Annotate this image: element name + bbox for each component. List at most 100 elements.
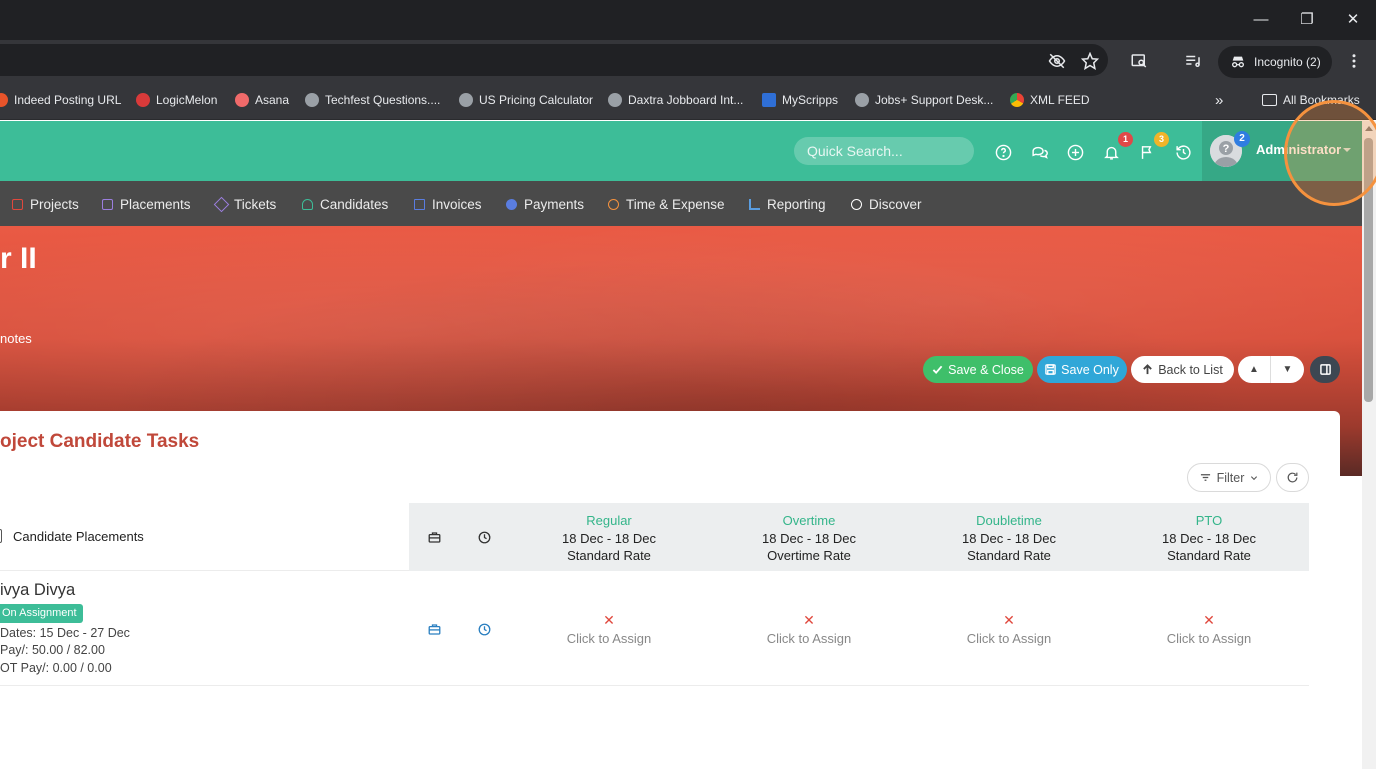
table-header: Candidate Placements Regular 18 Dec - 18…	[0, 503, 1309, 571]
bookmark-item[interactable]: XML FEED	[1010, 91, 1090, 109]
arrow-up-icon	[1143, 364, 1153, 375]
record-pager: ▲ ▼	[1238, 356, 1304, 383]
star-icon[interactable]	[1079, 50, 1101, 72]
column-regular: Regular 18 Dec - 18 Dec Standard Rate	[562, 513, 656, 563]
scrollbar-thumb[interactable]	[1364, 138, 1373, 402]
bookmark-item[interactable]: Daxtra Jobboard Int...	[608, 91, 743, 109]
indeed-favicon	[0, 93, 8, 107]
clock-icon	[608, 198, 619, 210]
asana-favicon	[235, 93, 249, 107]
nav-item-tickets[interactable]: Tickets	[213, 195, 276, 213]
filter-icon	[1200, 474, 1210, 481]
restore-icon[interactable]: ❐	[1295, 8, 1319, 32]
bookmarks-overflow-icon[interactable]: »	[1215, 91, 1223, 109]
record-title: r II	[0, 242, 37, 275]
bookmarks-bar: Indeed Posting URL LogicMelon Asana Tech…	[0, 80, 1376, 120]
back-to-list-button[interactable]: Back to List	[1131, 356, 1234, 383]
close-icon: ✕	[603, 612, 615, 628]
bookmark-item[interactable]: LogicMelon	[136, 91, 217, 109]
next-record-button[interactable]: ▼	[1271, 356, 1304, 383]
floppy-icon	[1045, 364, 1056, 375]
browser-titlebar: — ❐ ✕	[0, 0, 1376, 40]
close-window-icon[interactable]: ✕	[1341, 8, 1365, 32]
minimize-icon[interactable]: —	[1249, 8, 1273, 32]
nav-item-time-expense[interactable]: Time & Expense	[608, 195, 725, 213]
bookmark-item[interactable]: Indeed Posting URL	[0, 91, 121, 109]
reporting-icon	[749, 198, 760, 210]
select-all-checkbox[interactable]	[0, 529, 2, 543]
assign-cell-overtime[interactable]: ✕ Click to Assign	[709, 613, 909, 646]
help-icon[interactable]	[993, 142, 1013, 162]
invoices-icon	[414, 198, 425, 210]
nav-item-payments[interactable]: Payments	[506, 195, 584, 213]
projects-icon	[12, 198, 23, 210]
clock-icon[interactable]	[476, 621, 492, 637]
nav-item-reporting[interactable]: Reporting	[749, 195, 826, 213]
status-badge: On Assignment	[0, 604, 83, 623]
assign-cell-pto[interactable]: ✕ Click to Assign	[1109, 613, 1309, 646]
history-icon[interactable]	[1173, 142, 1193, 162]
flags-badge: 3	[1154, 132, 1169, 147]
svg-text:?: ?	[1223, 143, 1230, 155]
filter-button[interactable]: Filter	[1187, 463, 1271, 492]
media-queue-icon[interactable]	[1182, 50, 1204, 72]
chat-icon[interactable]	[1029, 142, 1049, 162]
table-row: ivya Divya On Assignment Dates: 15 Dec -…	[0, 571, 1309, 686]
nav-item-placements[interactable]: Placements	[102, 195, 191, 213]
briefcase-icon	[426, 529, 442, 545]
globe-icon	[608, 93, 622, 107]
add-circle-icon[interactable]	[1065, 142, 1085, 162]
notes-link[interactable]: notes	[0, 331, 32, 346]
logicmelon-favicon	[136, 93, 150, 107]
bookmark-item[interactable]: Asana	[235, 91, 289, 109]
avatar-badge: 2	[1234, 131, 1250, 147]
eye-off-icon[interactable]	[1046, 50, 1068, 72]
pay-rates: Pay/: 50.00 / 82.00	[0, 643, 105, 657]
column-pto: PTO 18 Dec - 18 Dec Standard Rate	[1162, 513, 1256, 563]
candidate-column-label: Candidate Placements	[13, 529, 144, 544]
candidates-icon	[302, 198, 313, 210]
nav-item-discover[interactable]: Discover	[851, 195, 922, 213]
card-title: oject Candidate Tasks	[0, 431, 200, 452]
payments-icon	[506, 198, 517, 210]
panel-toggle-icon[interactable]	[1310, 356, 1340, 383]
scroll-up-icon[interactable]	[1365, 126, 1373, 131]
assign-cell-doubletime[interactable]: ✕ Click to Assign	[909, 613, 1109, 646]
nav-item-projects[interactable]: Projects	[12, 195, 79, 213]
globe-icon	[305, 93, 319, 107]
quick-search-input[interactable]	[794, 137, 974, 165]
nav-item-invoices[interactable]: Invoices	[414, 195, 482, 213]
column-doubletime: Doubletime 18 Dec - 18 Dec Standard Rate	[962, 513, 1056, 563]
rate-columns-header: Regular 18 Dec - 18 Dec Standard Rate Ov…	[409, 503, 1309, 571]
bookmark-item[interactable]: Techfest Questions....	[305, 91, 440, 109]
placement-dates: Dates: 15 Dec - 27 Dec	[0, 626, 130, 640]
candidate-name[interactable]: ivya Divya	[0, 581, 75, 600]
bookmark-item[interactable]: MyScripps	[762, 91, 838, 109]
bookmark-item[interactable]: Jobs+ Support Desk...	[855, 91, 993, 109]
chevron-down-icon	[1343, 148, 1351, 152]
omnibox[interactable]	[0, 44, 1108, 76]
bookmark-item[interactable]: US Pricing Calculator	[459, 91, 593, 109]
refresh-button[interactable]	[1276, 463, 1309, 492]
save-close-button[interactable]: Save & Close	[923, 356, 1033, 383]
address-bar-row	[0, 40, 1376, 80]
previous-record-button[interactable]: ▲	[1238, 356, 1271, 383]
candidate-header-cell: Candidate Placements	[0, 503, 409, 571]
lens-icon[interactable]	[1128, 50, 1150, 72]
clock-icon	[476, 529, 492, 545]
check-icon	[932, 365, 943, 375]
chrome-favicon	[1010, 93, 1024, 107]
user-menu[interactable]: ? 2 Administrator	[1202, 121, 1362, 181]
browser-menu-icon[interactable]	[1343, 50, 1365, 72]
refresh-icon	[1287, 472, 1298, 483]
app-header: 1 3 ? 2 Administrator	[0, 121, 1376, 181]
briefcase-icon[interactable]	[426, 621, 442, 637]
bell-icon[interactable]: 1	[1101, 132, 1133, 162]
flag-icon[interactable]: 3	[1137, 132, 1169, 162]
save-only-button[interactable]: Save Only	[1037, 356, 1127, 383]
nav-item-candidates[interactable]: Candidates	[302, 195, 388, 213]
assign-cell-regular[interactable]: ✕ Click to Assign	[509, 613, 709, 646]
all-bookmarks[interactable]: All Bookmarks	[1262, 91, 1360, 109]
incognito-icon	[1232, 56, 1244, 68]
incognito-indicator[interactable]: Incognito (2)	[1218, 46, 1332, 78]
